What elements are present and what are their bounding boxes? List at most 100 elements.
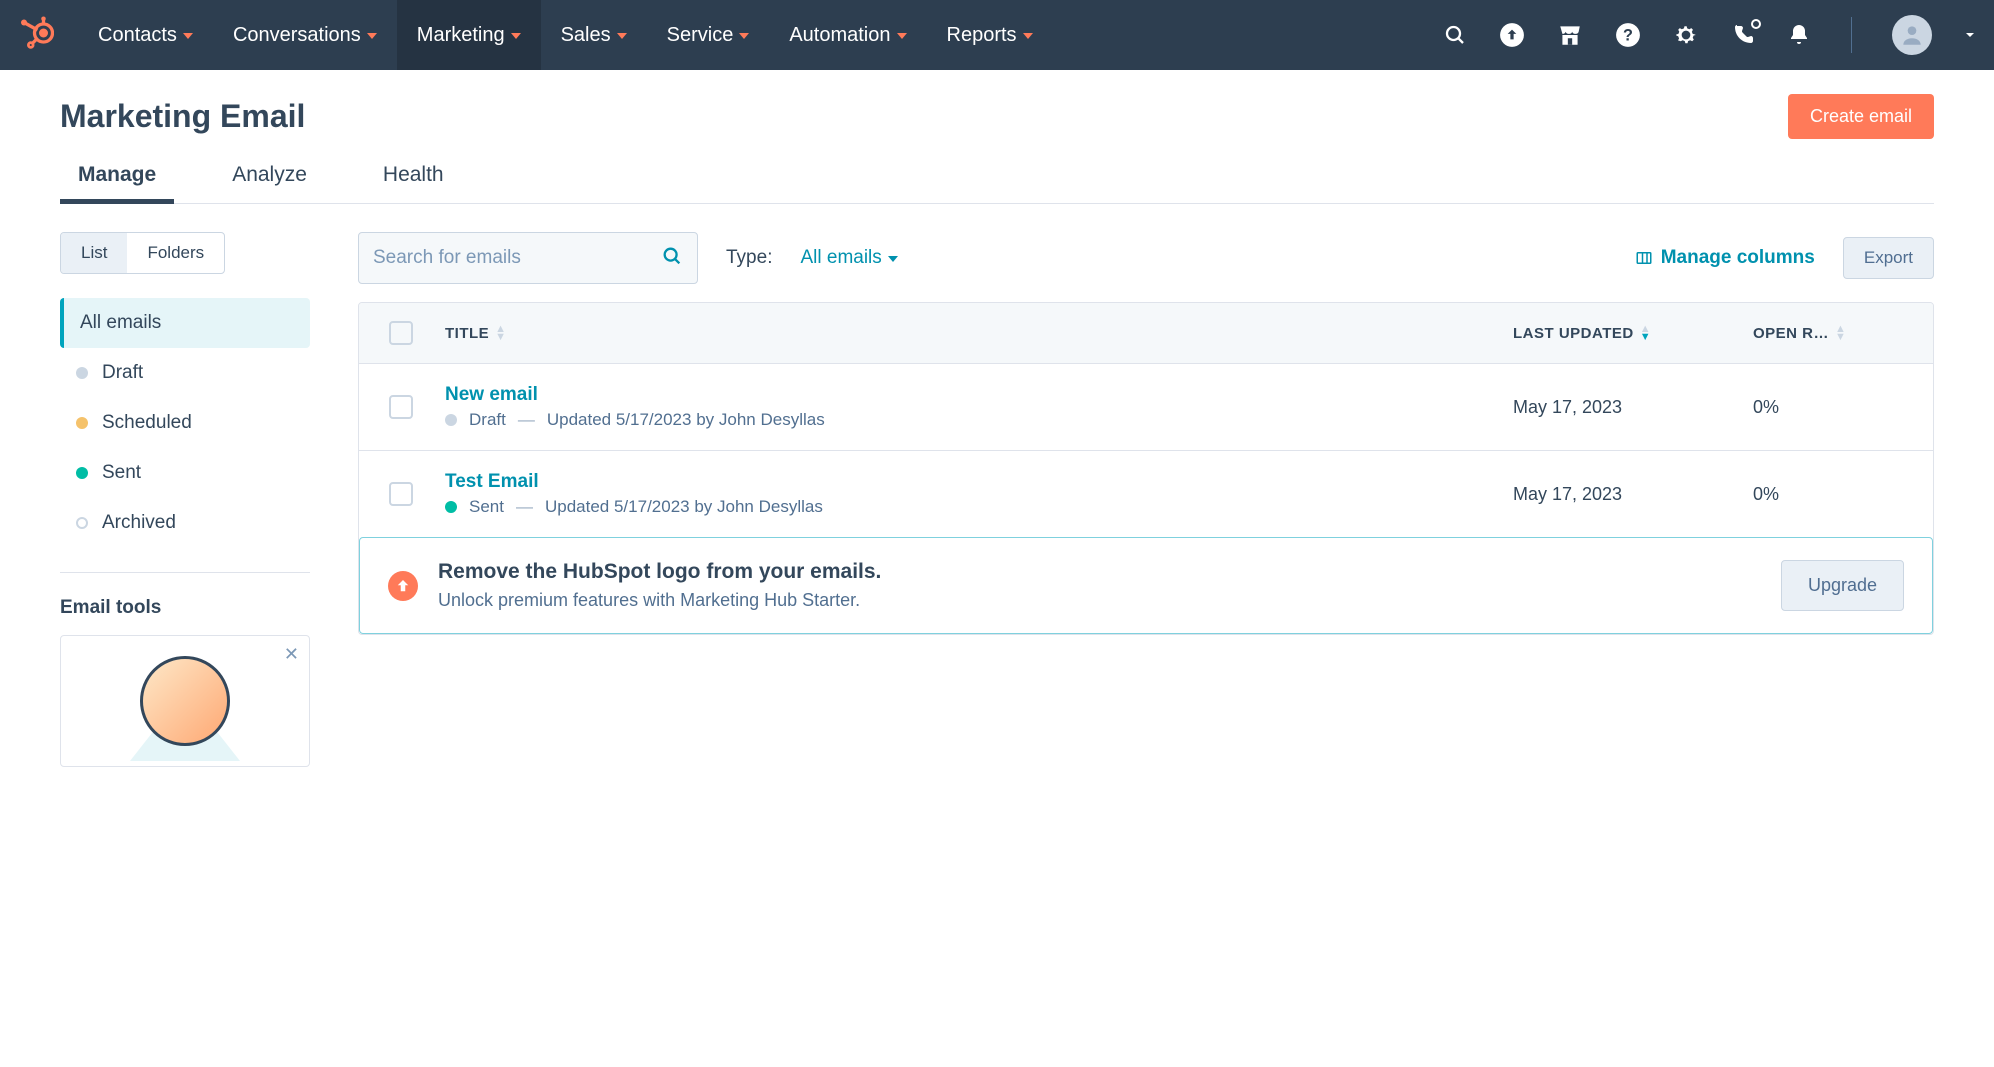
filter-draft[interactable]: Draft: [60, 348, 310, 398]
chevron-down-icon: [367, 33, 377, 39]
nav-item-service[interactable]: Service: [647, 0, 770, 70]
email-meta: Updated 5/17/2023 by John Desyllas: [545, 497, 823, 517]
sidebar: List Folders All emails Draft Scheduled Sen…: [60, 232, 310, 767]
cell-last-updated: May 17, 2023: [1513, 484, 1753, 505]
tab-manage[interactable]: Manage: [60, 155, 174, 203]
filter-archived[interactable]: Archived: [60, 498, 310, 548]
status-filters: All emails Draft Scheduled Sent Archived: [60, 298, 310, 548]
top-nav: ContactsConversationsMarketingSalesServi…: [0, 0, 1994, 70]
page-tabs: Manage Analyze Health: [60, 155, 1934, 204]
nav-item-sales[interactable]: Sales: [541, 0, 647, 70]
chevron-down-icon: [739, 33, 749, 39]
email-tools-heading: Email tools: [60, 597, 310, 619]
tab-analyze[interactable]: Analyze: [214, 155, 325, 203]
tab-health[interactable]: Health: [365, 155, 462, 203]
account-menu-caret[interactable]: [1964, 29, 1976, 41]
table-header: TITLE▲▼ LAST UPDATED▲▼ OPEN R…▲▼: [359, 303, 1933, 364]
filter-all-emails[interactable]: All emails: [60, 298, 310, 348]
view-list[interactable]: List: [61, 233, 127, 273]
view-folders[interactable]: Folders: [127, 233, 224, 273]
upgrade-arrow-icon: [388, 571, 418, 601]
col-last-updated[interactable]: LAST UPDATED▲▼: [1513, 325, 1753, 342]
emails-table: TITLE▲▼ LAST UPDATED▲▼ OPEN R…▲▼ New ema…: [358, 302, 1934, 635]
notifications-icon[interactable]: [1787, 23, 1811, 47]
status-dot-icon: [445, 501, 457, 513]
search-input[interactable]: [373, 247, 661, 269]
nav-item-marketing[interactable]: Marketing: [397, 0, 541, 70]
email-status: Sent: [469, 497, 504, 517]
type-filter[interactable]: All emails: [800, 247, 897, 269]
chevron-down-icon: [511, 33, 521, 39]
chevron-down-icon: [617, 33, 627, 39]
cell-open-rate: 0%: [1753, 484, 1903, 505]
columns-icon: [1635, 249, 1653, 267]
status-dot-icon: [76, 467, 88, 479]
email-title-link[interactable]: New email: [445, 384, 1513, 406]
search-box[interactable]: [358, 232, 698, 284]
table-row: New emailDraft—Updated 5/17/2023 by John…: [359, 364, 1933, 451]
cell-last-updated: May 17, 2023: [1513, 397, 1753, 418]
sort-icon: ▲▼: [495, 325, 506, 341]
user-avatar[interactable]: [1892, 15, 1932, 55]
chevron-down-icon: [1023, 33, 1033, 39]
upsell-heading: Remove the HubSpot logo from your emails…: [438, 560, 881, 584]
tool-illustration-icon: [140, 656, 230, 746]
close-icon[interactable]: ✕: [284, 644, 299, 665]
type-label: Type:: [726, 247, 772, 269]
nav-item-contacts[interactable]: Contacts: [78, 0, 213, 70]
nav-item-automation[interactable]: Automation: [769, 0, 926, 70]
divider: [1851, 17, 1852, 53]
status-dot-icon: [445, 414, 457, 426]
filter-sent[interactable]: Sent: [60, 448, 310, 498]
col-title[interactable]: TITLE▲▼: [445, 325, 1513, 342]
col-open-rate[interactable]: OPEN R…▲▼: [1753, 325, 1903, 342]
status-dot-icon: [76, 517, 88, 529]
nav-utility-icons: ?: [1443, 15, 1976, 55]
upgrade-button[interactable]: Upgrade: [1781, 560, 1904, 611]
email-meta: Updated 5/17/2023 by John Desyllas: [547, 410, 825, 430]
nav-menu: ContactsConversationsMarketingSalesServi…: [78, 0, 1053, 70]
nav-item-reports[interactable]: Reports: [927, 0, 1053, 70]
sort-icon: ▲▼: [1640, 325, 1651, 341]
create-email-button[interactable]: Create email: [1788, 94, 1934, 139]
marketplace-icon[interactable]: [1557, 22, 1583, 48]
upsell-banner: Remove the HubSpot logo from your emails…: [359, 537, 1933, 634]
chevron-down-icon: [183, 33, 193, 39]
email-status: Draft: [469, 410, 506, 430]
filter-label: Sent: [102, 462, 141, 484]
phone-icon[interactable]: [1731, 23, 1755, 47]
svg-text:?: ?: [1623, 26, 1633, 44]
sort-icon: ▲▼: [1835, 325, 1846, 341]
upsell-body: Unlock premium features with Marketing H…: [438, 590, 881, 611]
email-title-link[interactable]: Test Email: [445, 471, 1513, 493]
list-toolbar: Type: All emails Manage columns Export: [358, 232, 1934, 284]
filter-label: Archived: [102, 512, 176, 534]
help-icon[interactable]: ?: [1615, 22, 1641, 48]
row-checkbox[interactable]: [389, 482, 413, 506]
nav-item-conversations[interactable]: Conversations: [213, 0, 397, 70]
export-button[interactable]: Export: [1843, 237, 1934, 279]
filter-label: Scheduled: [102, 412, 192, 434]
upgrade-icon[interactable]: [1499, 22, 1525, 48]
select-all-checkbox[interactable]: [389, 321, 413, 345]
main-panel: Type: All emails Manage columns Export T…: [358, 232, 1934, 767]
hubspot-logo-icon[interactable]: [18, 15, 54, 56]
row-checkbox[interactable]: [389, 395, 413, 419]
settings-icon[interactable]: [1673, 22, 1699, 48]
email-tool-card: ✕: [60, 635, 310, 767]
status-dot-icon: [76, 417, 88, 429]
divider: [60, 572, 310, 573]
chevron-down-icon: [897, 33, 907, 39]
status-dot-icon: [76, 367, 88, 379]
search-icon[interactable]: [661, 245, 683, 272]
filter-label: All emails: [80, 312, 161, 334]
search-icon[interactable]: [1443, 23, 1467, 47]
table-row: Test EmailSent—Updated 5/17/2023 by John…: [359, 451, 1933, 537]
manage-columns-label: Manage columns: [1661, 247, 1815, 269]
cell-open-rate: 0%: [1753, 397, 1903, 418]
chevron-down-icon: [888, 256, 898, 262]
page-title: Marketing Email: [60, 98, 305, 135]
manage-columns-link[interactable]: Manage columns: [1635, 247, 1815, 269]
filter-label: Draft: [102, 362, 143, 384]
filter-scheduled[interactable]: Scheduled: [60, 398, 310, 448]
